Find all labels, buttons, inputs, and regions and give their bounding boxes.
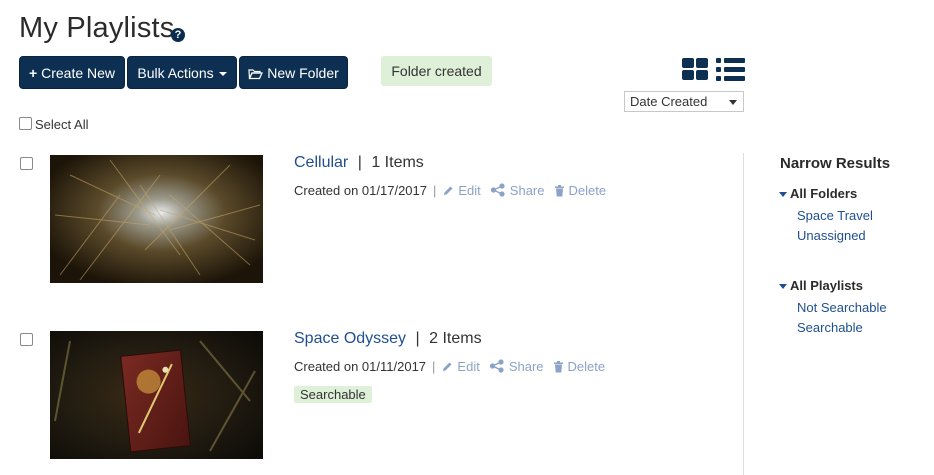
select-all-checkbox[interactable] bbox=[19, 117, 32, 130]
caret-down-icon bbox=[779, 192, 787, 198]
trash-icon bbox=[554, 185, 564, 197]
playlist-meta: Created on 01/11/2017 | Edit Share Delete bbox=[294, 359, 614, 374]
dropdown-arrow-icon bbox=[729, 100, 737, 105]
playlist-meta: Created on 01/17/2017 | Edit Share Delete bbox=[294, 183, 615, 198]
new-folder-button[interactable]: New Folder bbox=[239, 56, 348, 89]
create-new-button[interactable]: + Create New bbox=[19, 56, 125, 89]
playlist-title-link[interactable]: Cellular bbox=[294, 154, 348, 171]
edit-label: Edit bbox=[457, 359, 480, 374]
created-date: Created on 01/11/2017 bbox=[294, 359, 427, 374]
playlist-title-link[interactable]: Space Odyssey bbox=[294, 330, 406, 347]
all-folders-label: All Folders bbox=[790, 186, 858, 201]
playlist-thumbnail-image bbox=[50, 155, 263, 283]
filter-link-searchable[interactable]: Searchable bbox=[797, 320, 863, 335]
caret-down-icon bbox=[779, 284, 787, 290]
share-label: Share bbox=[508, 359, 544, 374]
playlist-item-count-label: Items bbox=[442, 330, 482, 347]
narrow-results-heading: Narrow Results bbox=[780, 155, 891, 172]
delete-button[interactable]: Delete bbox=[554, 183, 607, 198]
share-button[interactable]: Share bbox=[490, 183, 545, 198]
filter-link-space-travel[interactable]: Space Travel bbox=[797, 208, 873, 223]
playlist-checkbox[interactable] bbox=[20, 333, 33, 346]
playlist-thumbnail-image bbox=[50, 331, 263, 459]
edit-button[interactable]: Edit bbox=[442, 183, 481, 198]
playlist-item-count-label: Items bbox=[384, 154, 424, 171]
meta-separator: | bbox=[433, 183, 437, 198]
help-icon[interactable]: ? bbox=[171, 28, 185, 42]
playlist-item-count: 1 bbox=[371, 154, 381, 171]
edit-button[interactable]: Edit bbox=[441, 359, 480, 374]
delete-label: Delete bbox=[567, 359, 606, 374]
sort-select-value: Date Created bbox=[630, 94, 708, 109]
title-separator: | bbox=[415, 330, 420, 347]
caret-down-icon bbox=[218, 72, 227, 77]
filter-link-not-searchable[interactable]: Not Searchable bbox=[797, 300, 887, 315]
edit-label: Edit bbox=[458, 183, 481, 198]
folder-created-alert: Folder created bbox=[381, 56, 492, 86]
delete-label: Delete bbox=[568, 183, 607, 198]
share-label: Share bbox=[509, 183, 545, 198]
bulk-actions-button[interactable]: Bulk Actions bbox=[127, 56, 237, 89]
playlist-thumbnail[interactable] bbox=[50, 331, 263, 459]
all-playlists-label: All Playlists bbox=[790, 278, 863, 293]
new-folder-label: New Folder bbox=[267, 65, 339, 81]
searchable-badge: Searchable bbox=[294, 386, 372, 403]
grid-view-icon[interactable] bbox=[682, 58, 708, 81]
select-all-label[interactable]: Select All bbox=[35, 117, 88, 132]
trash-icon bbox=[553, 361, 563, 373]
playlist-thumbnail[interactable] bbox=[50, 155, 263, 283]
meta-separator: | bbox=[432, 359, 436, 374]
bulk-actions-label: Bulk Actions bbox=[137, 65, 214, 81]
share-icon bbox=[489, 359, 504, 373]
all-folders-toggle[interactable]: All Folders bbox=[779, 186, 857, 201]
all-playlists-toggle[interactable]: All Playlists bbox=[779, 278, 863, 293]
page-title: My Playlists bbox=[19, 12, 175, 44]
list-view-icon[interactable] bbox=[716, 58, 745, 81]
create-new-label: Create New bbox=[41, 65, 116, 81]
share-button[interactable]: Share bbox=[489, 359, 544, 374]
title-separator: | bbox=[357, 154, 362, 171]
delete-button[interactable]: Delete bbox=[553, 359, 606, 374]
pencil-icon bbox=[444, 186, 453, 195]
pencil-icon bbox=[443, 362, 452, 371]
folder-open-icon bbox=[248, 69, 264, 80]
sidebar-divider bbox=[743, 153, 744, 475]
share-icon bbox=[490, 183, 505, 197]
playlist-item-count: 2 bbox=[429, 330, 439, 347]
created-date: Created on 01/17/2017 bbox=[294, 183, 427, 198]
filter-link-unassigned[interactable]: Unassigned bbox=[797, 228, 866, 243]
sort-select[interactable]: Date Created bbox=[624, 91, 744, 112]
plus-icon: + bbox=[28, 65, 38, 81]
playlist-checkbox[interactable] bbox=[20, 157, 33, 170]
